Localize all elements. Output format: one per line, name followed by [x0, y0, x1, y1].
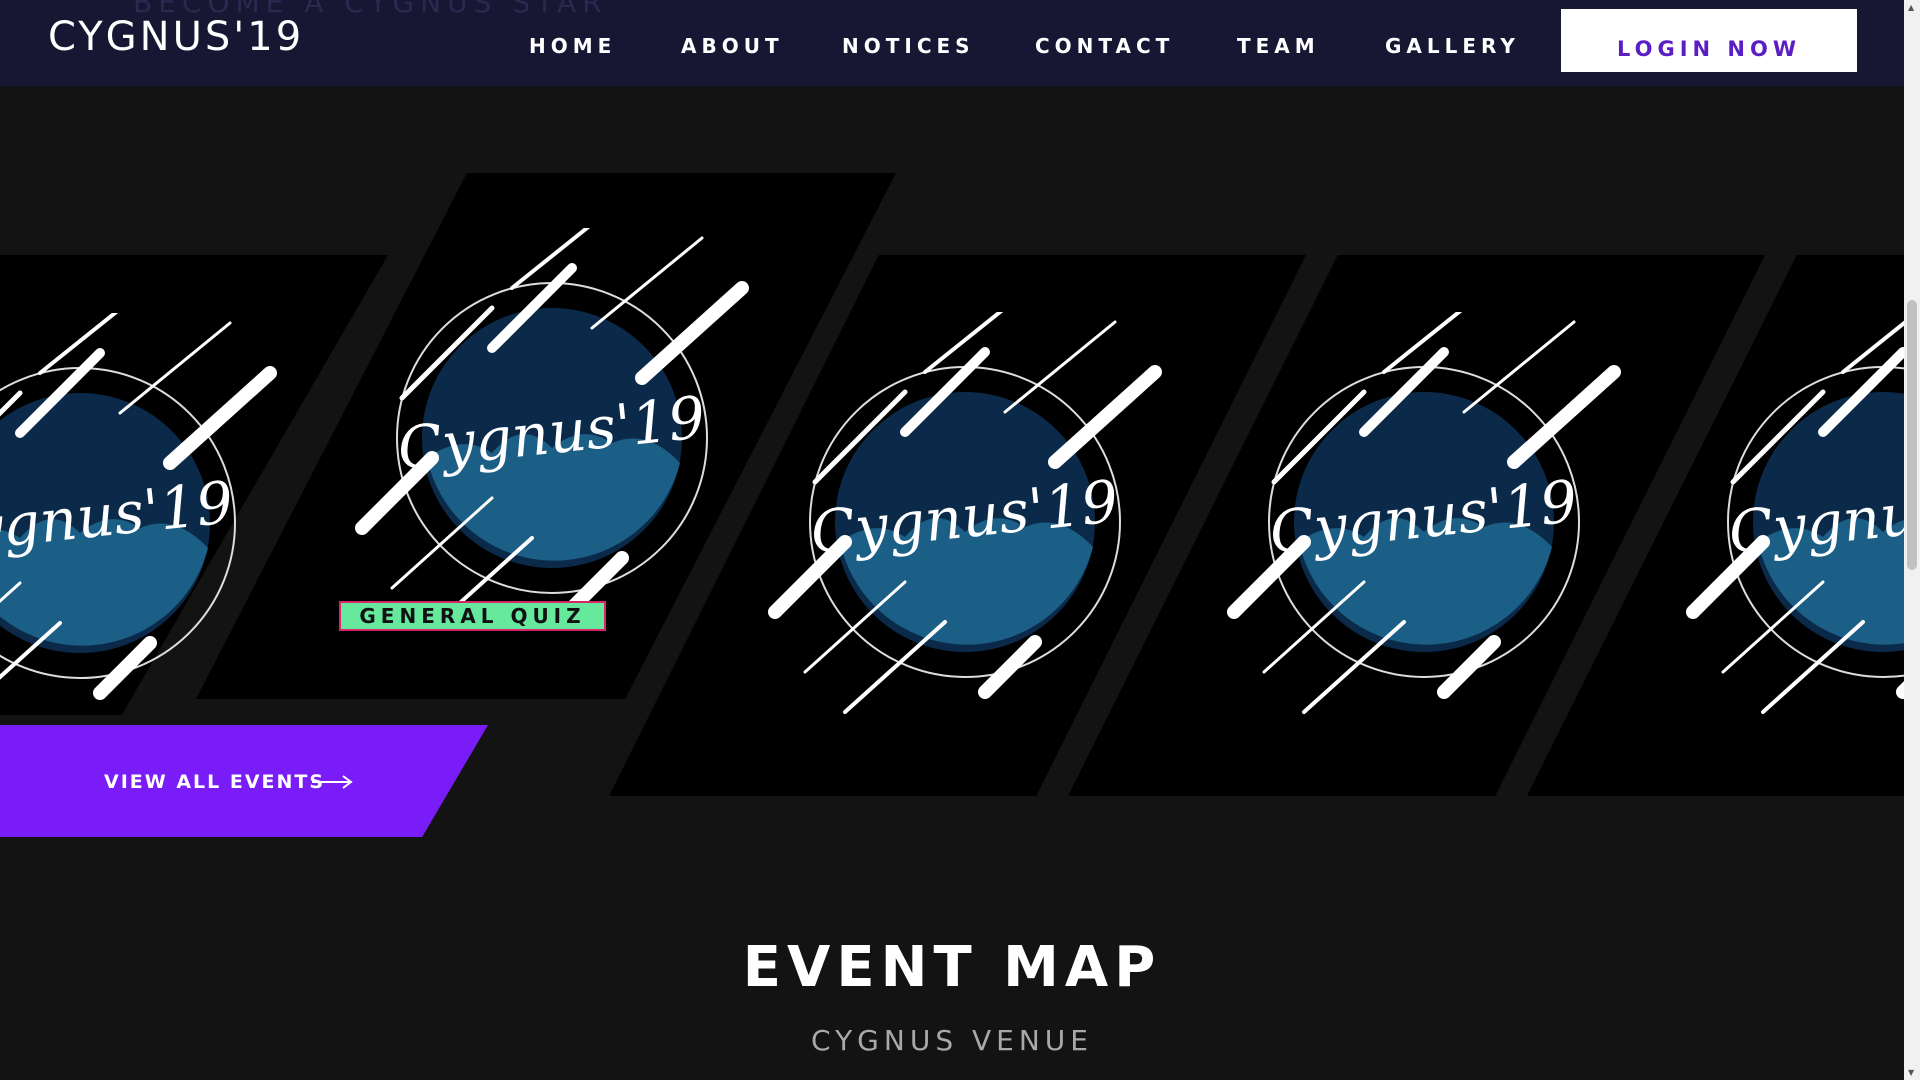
- page-scrollbar[interactable]: ▲ ▼: [1904, 0, 1920, 1080]
- section-subtitle: CYGNUS VENUE: [811, 1024, 1093, 1057]
- scroll-down-icon[interactable]: ▼: [1908, 1068, 1914, 1077]
- arrow-right-icon: [312, 775, 353, 789]
- brand-logo-text[interactable]: CYGNUS'19: [48, 14, 304, 60]
- top-navbar: BECOME A CYGNUS STAR CYGNUS'19 HOME ABOU…: [0, 0, 1904, 86]
- nav-team[interactable]: TEAM: [1237, 34, 1320, 58]
- nav-contact[interactable]: CONTACT: [1035, 34, 1174, 58]
- event-name-label: GENERAL QUIZ: [339, 601, 606, 631]
- view-all-events-label: VIEW ALL EVENTS: [104, 771, 326, 793]
- cygnus-logo-icon: Cygnus'19: [0, 313, 277, 700]
- view-all-events-button[interactable]: VIEW ALL EVENTS: [0, 725, 488, 837]
- nav-gallery[interactable]: GALLERY: [1385, 34, 1520, 58]
- nav-notices[interactable]: NOTICES: [842, 34, 975, 58]
- cygnus-logo-icon: Cygnus'19: [1227, 312, 1621, 714]
- nav-home[interactable]: HOME: [529, 34, 616, 58]
- cygnus-logo-icon: Cygnus'19: [768, 312, 1162, 714]
- nav-about[interactable]: ABOUT: [681, 34, 784, 58]
- cygnus-logo-icon: Cygnus'19: [1686, 320, 1904, 714]
- cygnus-logo-icon: Cygnus'19: [355, 228, 749, 630]
- login-button[interactable]: LOGIN NOW: [1561, 9, 1857, 72]
- scroll-up-icon[interactable]: ▲: [1908, 3, 1914, 12]
- section-title: EVENT MAP: [742, 935, 1162, 1000]
- scroll-thumb[interactable]: [1907, 300, 1917, 570]
